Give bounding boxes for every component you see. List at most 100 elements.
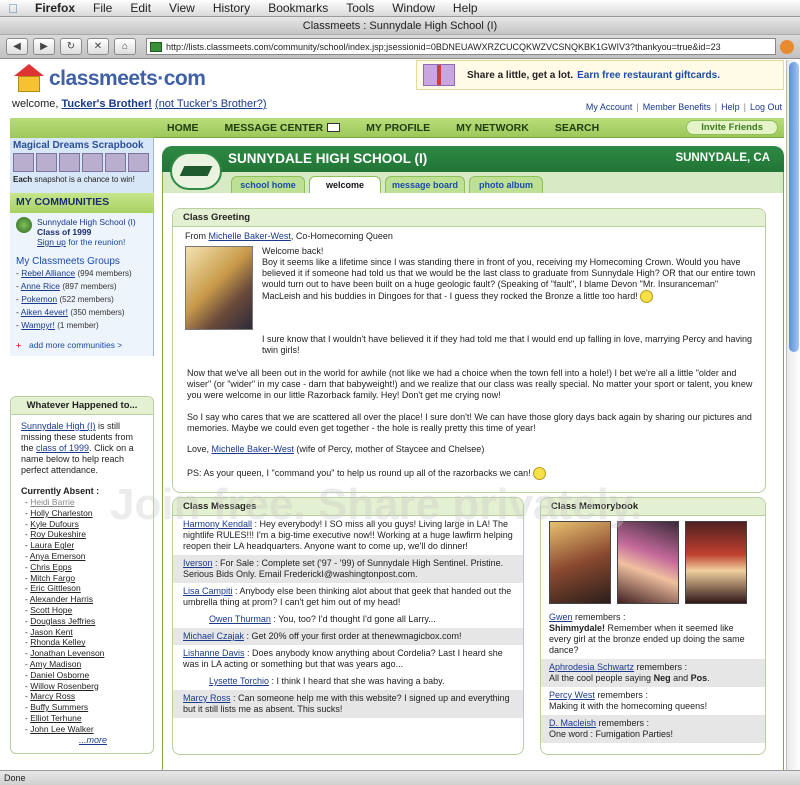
forward-button[interactable]: ▶ <box>33 38 55 55</box>
school-link[interactable]: Sunnydale High (I) <box>21 421 96 431</box>
tab-school-home[interactable]: school home <box>231 176 305 193</box>
classmeets-logo[interactable]: classmeets·com <box>12 64 206 94</box>
logout-link[interactable]: Log Out <box>750 102 782 112</box>
student-link[interactable]: Kyle Dufours <box>30 519 79 529</box>
student-link[interactable]: Heidi Barrie <box>30 497 74 507</box>
school-header: SUNNYDALE HIGH SCHOOL (I) SUNNYDALE, CA <box>162 146 784 172</box>
student-link[interactable]: Rhonda Kelley <box>30 637 85 647</box>
browser-toolbar: ◀ ▶ ↻ ✕ ⌂ http://lists.classmeets.com/co… <box>0 35 800 59</box>
more-link[interactable]: ...more <box>79 735 107 745</box>
student-link[interactable]: Jason Kent <box>30 627 73 637</box>
promo-banner[interactable]: Share a little, get a lot. Earn free res… <box>416 60 784 90</box>
nav-my-profile[interactable]: MY PROFILE <box>353 122 443 134</box>
menu-help[interactable]: Help <box>444 1 487 15</box>
home-icon[interactable]: ⌂ <box>114 38 136 55</box>
menu-history[interactable]: History <box>204 1 259 15</box>
stop-icon[interactable]: ✕ <box>87 38 109 55</box>
left-nav-strip <box>10 118 154 138</box>
apple-icon[interactable]:  <box>0 1 26 16</box>
giftcard-icon <box>423 64 455 86</box>
author-link[interactable]: Michelle Baker-West <box>212 444 294 454</box>
nav-message-center[interactable]: MESSAGE CENTER <box>212 122 354 134</box>
student-link[interactable]: Scott Hope <box>30 605 72 615</box>
author-link[interactable]: Michelle Baker-West <box>209 231 291 241</box>
student-link[interactable]: Eric Gittleson <box>30 583 81 593</box>
reload-icon[interactable]: ↻ <box>60 38 82 55</box>
class-messages: Class Messages Harmony Kendall : Hey eve… <box>172 497 524 755</box>
group-link[interactable]: Pokemon <box>21 294 57 304</box>
student-link[interactable]: Willow Rosenberg <box>30 681 99 691</box>
group-count: (350 members) <box>70 308 125 317</box>
tab-photo-album[interactable]: photo album <box>469 176 543 193</box>
memory-author[interactable]: D. Macleish <box>549 718 596 728</box>
school-link[interactable]: Sunnydale High School (I) <box>37 217 136 227</box>
nav-my-network[interactable]: MY NETWORK <box>443 122 542 134</box>
student-link[interactable]: Holly Charleston <box>30 508 92 518</box>
back-button[interactable]: ◀ <box>6 38 28 55</box>
student-link[interactable]: Chris Epps <box>30 562 72 572</box>
not-user-link[interactable]: (not Tucker's Brother?) <box>155 98 267 110</box>
url-field[interactable]: http://lists.classmeets.com/community/sc… <box>146 38 776 55</box>
memory-item: Percy West remembers : Making it with the… <box>541 687 765 715</box>
promo-link[interactable]: Earn free restaurant giftcards. <box>577 70 720 81</box>
student-link[interactable]: Elliot Terhune <box>30 713 81 723</box>
signup-link[interactable]: Sign up <box>37 237 66 247</box>
tab-message-board[interactable]: message board <box>385 176 465 193</box>
menu-app[interactable]: Firefox <box>26 1 84 15</box>
add-communities[interactable]: + add more communities > <box>16 340 147 350</box>
my-account-link[interactable]: My Account <box>586 102 633 112</box>
menu-view[interactable]: View <box>160 1 204 15</box>
message-author[interactable]: Lishanne Davis <box>183 648 245 658</box>
group-link[interactable]: Rebel Alliance <box>21 268 75 278</box>
member-benefits-link[interactable]: Member Benefits <box>643 102 711 112</box>
scrapbook-promo[interactable]: Magical Dreams Scrapbook Each snapshot i… <box>10 138 154 193</box>
student-link[interactable]: Douglass Jeffries <box>30 616 95 626</box>
memory-text: All the cool people saying <box>549 673 654 683</box>
student-link[interactable]: Amy Madison <box>30 659 82 669</box>
message-author[interactable]: Marcy Ross <box>183 693 231 703</box>
memory-author[interactable]: Aphrodesia Schwartz <box>549 662 634 672</box>
memory-verb: remembers : <box>634 662 688 672</box>
student-link[interactable]: Daniel Osborne <box>30 670 89 680</box>
student-link[interactable]: Mitch Fargo <box>30 573 75 583</box>
absent-student: Amy Madison <box>25 659 153 670</box>
class-link[interactable]: class of 1999 <box>36 443 89 453</box>
message-author[interactable]: Iverson <box>183 558 213 568</box>
student-link[interactable]: John Lee Walker <box>30 724 93 734</box>
group-link[interactable]: Aiken 4ever! <box>21 307 68 317</box>
nav-search[interactable]: SEARCH <box>542 122 612 134</box>
student-link[interactable]: Jonathan Levenson <box>30 648 104 658</box>
message-author[interactable]: Owen Thurman <box>209 614 271 624</box>
menu-tools[interactable]: Tools <box>337 1 383 15</box>
memory-photo[interactable] <box>685 521 747 604</box>
student-link[interactable]: Marcy Ross <box>30 691 75 701</box>
group-link[interactable]: Wampyr! <box>21 320 55 330</box>
user-link[interactable]: Tucker's Brother! <box>62 98 152 110</box>
message-author[interactable]: Lisa Campiti <box>183 586 233 596</box>
message-author[interactable]: Michael Czajak <box>183 631 244 641</box>
memory-author[interactable]: Percy West <box>549 690 595 700</box>
menu-window[interactable]: Window <box>383 1 444 15</box>
student-link[interactable]: Roy Dukeshire <box>30 529 86 539</box>
help-link[interactable]: Help <box>721 102 740 112</box>
student-link[interactable]: Alexander Harris <box>30 594 93 604</box>
menu-file[interactable]: File <box>84 1 121 15</box>
tab-welcome[interactable]: welcome <box>309 176 381 194</box>
go-icon[interactable] <box>780 39 794 54</box>
memory-photo[interactable] <box>617 521 679 604</box>
memory-photo[interactable] <box>549 521 611 604</box>
scrollbar-thumb[interactable] <box>789 62 799 352</box>
status-bar: Done <box>0 770 800 785</box>
memory-author[interactable]: Gwen <box>549 612 573 622</box>
student-link[interactable]: Buffy Summers <box>30 702 88 712</box>
group-link[interactable]: Anne Rice <box>21 281 60 291</box>
student-link[interactable]: Laura Egler <box>30 540 74 550</box>
message-author[interactable]: Lysette Torchio <box>209 676 269 686</box>
invite-friends-button[interactable]: Invite Friends <box>686 120 778 135</box>
vertical-scrollbar[interactable] <box>786 60 800 770</box>
student-link[interactable]: Anya Emerson <box>30 551 86 561</box>
menu-edit[interactable]: Edit <box>121 1 160 15</box>
message-author[interactable]: Harmony Kendall <box>183 519 252 529</box>
menu-bookmarks[interactable]: Bookmarks <box>259 1 337 15</box>
nav-home[interactable]: HOME <box>154 122 212 134</box>
